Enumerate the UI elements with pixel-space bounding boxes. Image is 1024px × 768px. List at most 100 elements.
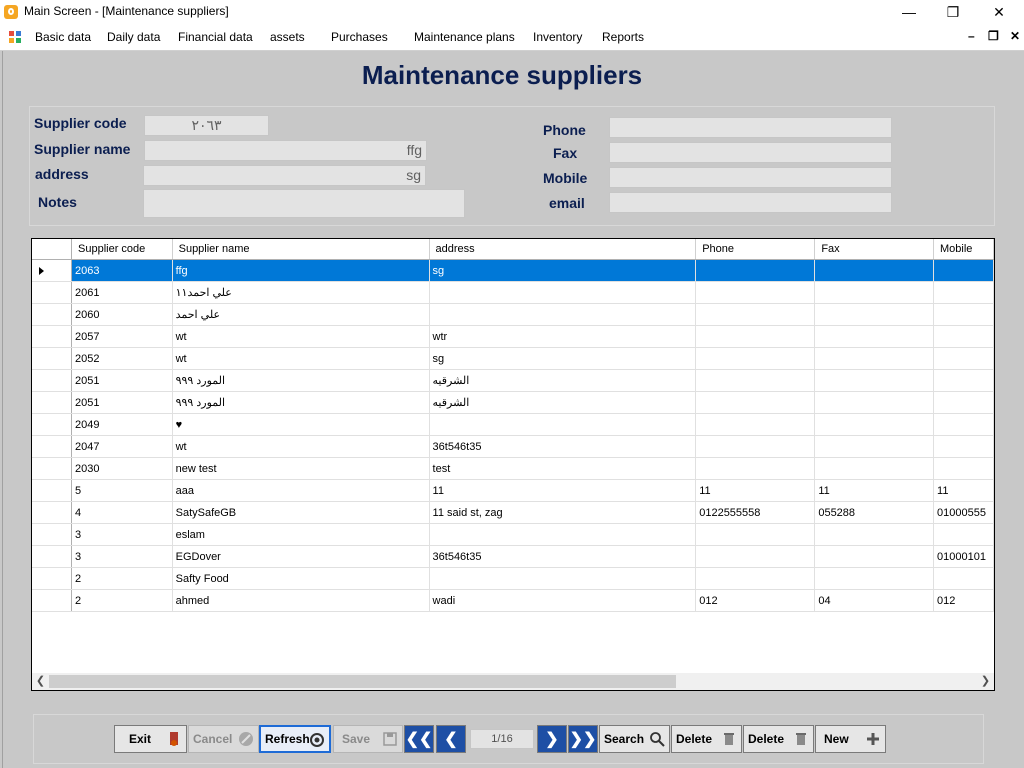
next-record-button[interactable]: ❯ (537, 725, 567, 753)
table-cell[interactable]: 4 (71, 501, 173, 524)
table-cell[interactable]: eslam (172, 523, 430, 546)
exit-button[interactable]: Exit (114, 725, 187, 753)
table-cell[interactable]: 3 (71, 523, 173, 546)
table-cell[interactable] (695, 259, 816, 282)
table-cell[interactable] (695, 303, 816, 326)
table-row[interactable]: 2051 المورد ٩٩٩ الشرقيه (32, 369, 994, 392)
table-row[interactable]: 4 SatySafeGB 11 said st, zag 0122555558 0552… (32, 501, 994, 524)
table-cell[interactable] (933, 259, 994, 282)
menu-reports[interactable]: Reports (602, 30, 644, 44)
table-cell[interactable]: 11 (814, 479, 935, 502)
table-row[interactable]: 5 aaa 11 11 11 11 (32, 479, 994, 502)
fax-field[interactable] (609, 142, 892, 163)
table-cell[interactable]: 36t546t35 (429, 435, 697, 458)
menu-maintenance-plans[interactable]: Maintenance plans (414, 30, 515, 44)
table-cell[interactable] (933, 303, 994, 326)
table-cell[interactable]: 2 (71, 567, 173, 590)
delete-button-2[interactable]: Delete (743, 725, 814, 753)
table-cell[interactable] (933, 391, 994, 414)
table-row[interactable]: 3 EGDover 36t546t35 01000101 (32, 545, 994, 568)
table-row[interactable]: 2057 wt wtr (32, 325, 994, 348)
supplier-name-field[interactable]: ffg (144, 140, 427, 161)
row-header[interactable] (32, 523, 73, 546)
address-field[interactable]: sg (143, 165, 426, 186)
table-cell[interactable]: 2051 (71, 369, 173, 392)
row-header[interactable] (32, 435, 73, 458)
table-cell[interactable] (814, 567, 935, 590)
column-header[interactable]: address (429, 239, 697, 260)
table-cell[interactable]: 5 (71, 479, 173, 502)
table-cell[interactable] (695, 545, 816, 568)
table-cell[interactable] (695, 369, 816, 392)
close-icon[interactable]: ✕ (976, 0, 1022, 24)
table-cell[interactable] (429, 281, 697, 304)
row-header[interactable] (32, 369, 73, 392)
row-header[interactable] (32, 545, 73, 568)
table-cell[interactable]: wt (172, 325, 430, 348)
table-cell[interactable] (695, 457, 816, 480)
table-cell[interactable]: wt (172, 435, 430, 458)
table-row[interactable]: 2030 new test test (32, 457, 994, 480)
table-cell[interactable]: علي احمد١١ (172, 281, 430, 304)
table-row[interactable]: 2047 wt 36t546t35 (32, 435, 994, 458)
table-cell[interactable]: test (429, 457, 697, 480)
table-cell[interactable] (814, 281, 935, 304)
new-button[interactable]: New (815, 725, 886, 753)
table-cell[interactable] (933, 281, 994, 304)
search-button[interactable]: Search (599, 725, 670, 753)
table-cell[interactable] (429, 567, 697, 590)
maximize-icon[interactable]: ❐ (930, 0, 976, 24)
table-cell[interactable] (429, 413, 697, 436)
table-cell[interactable]: new test (172, 457, 430, 480)
table-cell[interactable] (695, 567, 816, 590)
table-cell[interactable] (933, 369, 994, 392)
table-cell[interactable]: 01000555 (933, 501, 994, 524)
row-header[interactable] (32, 479, 73, 502)
notes-field[interactable] (143, 189, 465, 218)
cancel-button[interactable]: Cancel (188, 725, 259, 753)
table-row[interactable]: 2061 علي احمد١١ (32, 281, 994, 304)
table-row[interactable]: 2 Safty Food (32, 567, 994, 590)
row-header[interactable] (32, 325, 73, 348)
table-cell[interactable] (695, 347, 816, 370)
supplier-code-field[interactable]: ٢٠٦٣ (144, 115, 269, 136)
table-cell[interactable]: Safty Food (172, 567, 430, 590)
table-cell[interactable]: 04 (814, 589, 935, 612)
table-row[interactable]: 2052 wt sg (32, 347, 994, 370)
table-cell[interactable]: sg (429, 259, 697, 282)
table-cell[interactable]: الشرقيه (429, 369, 697, 392)
suppliers-grid[interactable]: Supplier code Supplier name address Phon… (31, 238, 995, 691)
table-cell[interactable] (429, 303, 697, 326)
refresh-button[interactable]: Refresh (259, 725, 331, 753)
table-row[interactable]: 2063 ffg sg (32, 259, 994, 282)
table-row[interactable]: 2 ahmed wadi 012 04 012 (32, 589, 994, 612)
table-cell[interactable] (695, 435, 816, 458)
table-cell[interactable] (933, 347, 994, 370)
row-header[interactable] (32, 501, 73, 524)
table-cell[interactable] (814, 413, 935, 436)
column-header[interactable]: Phone (695, 239, 816, 260)
table-cell[interactable]: 2060 (71, 303, 173, 326)
table-cell[interactable]: SatySafeGB (172, 501, 430, 524)
table-cell[interactable]: 11 said st, zag (429, 501, 697, 524)
table-cell[interactable]: 055288 (814, 501, 935, 524)
menu-basic-data[interactable]: Basic data (35, 30, 91, 44)
last-record-button[interactable]: ❯❯ (568, 725, 598, 753)
table-cell[interactable] (695, 281, 816, 304)
table-row[interactable]: 2060 علي احمد (32, 303, 994, 326)
table-cell[interactable]: 0122555558 (695, 501, 816, 524)
menu-purchases[interactable]: Purchases (331, 30, 388, 44)
row-header[interactable] (32, 303, 73, 326)
previous-record-button[interactable]: ❮ (436, 725, 466, 753)
row-header[interactable] (32, 457, 73, 480)
table-cell[interactable] (933, 435, 994, 458)
table-cell[interactable] (429, 523, 697, 546)
table-cell[interactable]: 3 (71, 545, 173, 568)
table-cell[interactable] (933, 567, 994, 590)
menu-inventory[interactable]: Inventory (533, 30, 582, 44)
table-cell[interactable] (695, 523, 816, 546)
table-cell[interactable]: 2049 (71, 413, 173, 436)
first-record-button[interactable]: ❮❮ (404, 725, 434, 753)
row-header[interactable] (32, 259, 73, 282)
table-cell[interactable]: 2052 (71, 347, 173, 370)
